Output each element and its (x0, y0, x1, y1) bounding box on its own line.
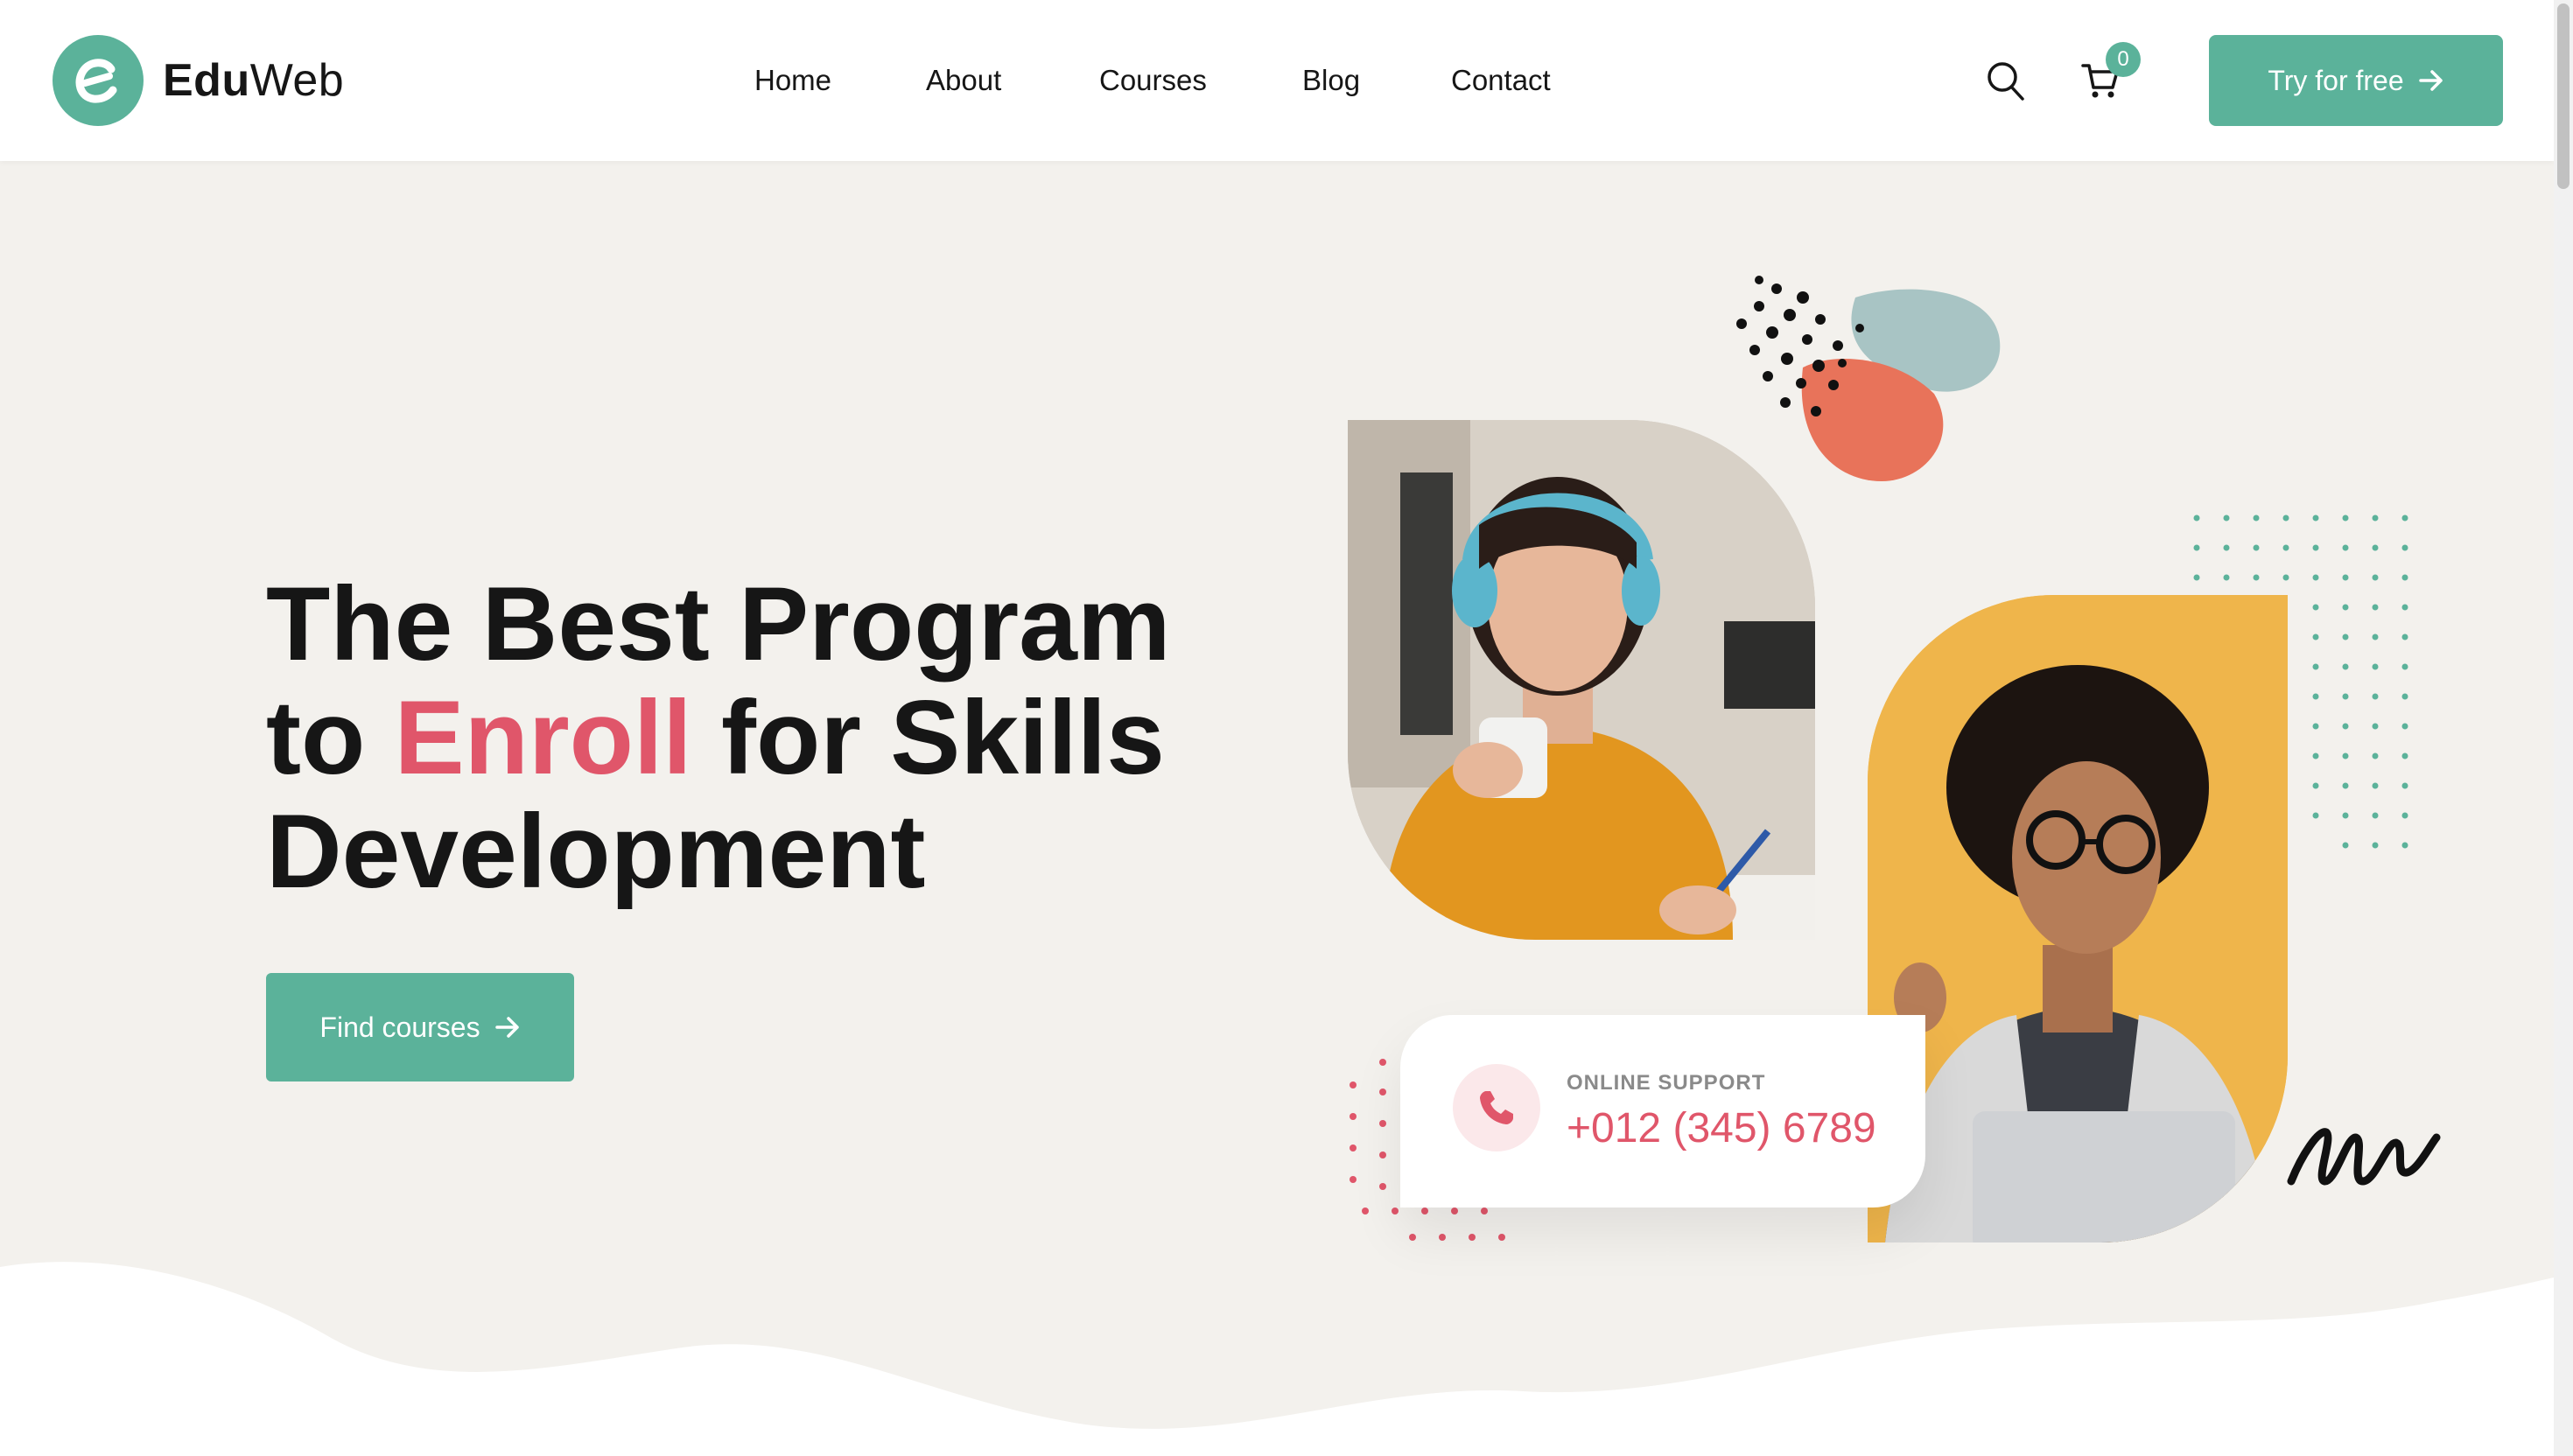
arrow-right-icon (2418, 70, 2443, 91)
arrow-right-icon (494, 1017, 519, 1038)
hero-title: The Best Program to Enroll for Skills De… (266, 567, 1229, 908)
try-for-free-label: Try for free (2268, 64, 2404, 96)
nav-about[interactable]: About (926, 54, 1001, 107)
find-courses-button[interactable]: Find courses (266, 973, 574, 1082)
logo-text-regular: Web (249, 55, 345, 106)
hero-title-line3: Development (266, 793, 926, 910)
hero-title-line1: The Best Program (266, 565, 1171, 682)
nav-courses[interactable]: Courses (1099, 54, 1207, 107)
find-courses-label: Find courses (319, 1011, 480, 1043)
nav-home[interactable]: Home (754, 54, 831, 107)
scrollbar-track[interactable] (2554, 0, 2573, 1456)
bottom-wave-divider (0, 1262, 2554, 1456)
decorative-blobs (1736, 276, 2001, 481)
hero-title-accent: Enroll (394, 679, 692, 796)
online-support-card[interactable]: ONLINE SUPPORT +012 (345) 6789 (1400, 1015, 1925, 1208)
student-photo-glasses (1868, 595, 2288, 1242)
logo-e-icon (53, 35, 144, 126)
support-phone[interactable]: +012 (345) 6789 (1567, 1104, 1876, 1152)
hero-title-to: to (266, 679, 366, 796)
cart-count-badge: 0 (2106, 42, 2141, 77)
hero-title-rest: for Skills (720, 679, 1165, 796)
logo-text-bold: Edu (163, 55, 250, 106)
student-photo-headphones (1348, 420, 1815, 940)
search-icon[interactable] (1987, 61, 2025, 106)
decorative-squiggle (2287, 1128, 2441, 1186)
phone-icon (1453, 1064, 1540, 1152)
site-header: EduWeb Home About Courses Blog Contact 0… (0, 0, 2554, 161)
nav-contact[interactable]: Contact (1451, 54, 1551, 107)
scrollbar-thumb[interactable] (2557, 4, 2569, 189)
try-for-free-button[interactable]: Try for free (2209, 35, 2503, 126)
support-label: ONLINE SUPPORT (1567, 1071, 1766, 1095)
nav-blog[interactable]: Blog (1302, 54, 1360, 107)
logo[interactable]: EduWeb (53, 35, 344, 126)
logo-text: EduWeb (163, 54, 344, 107)
